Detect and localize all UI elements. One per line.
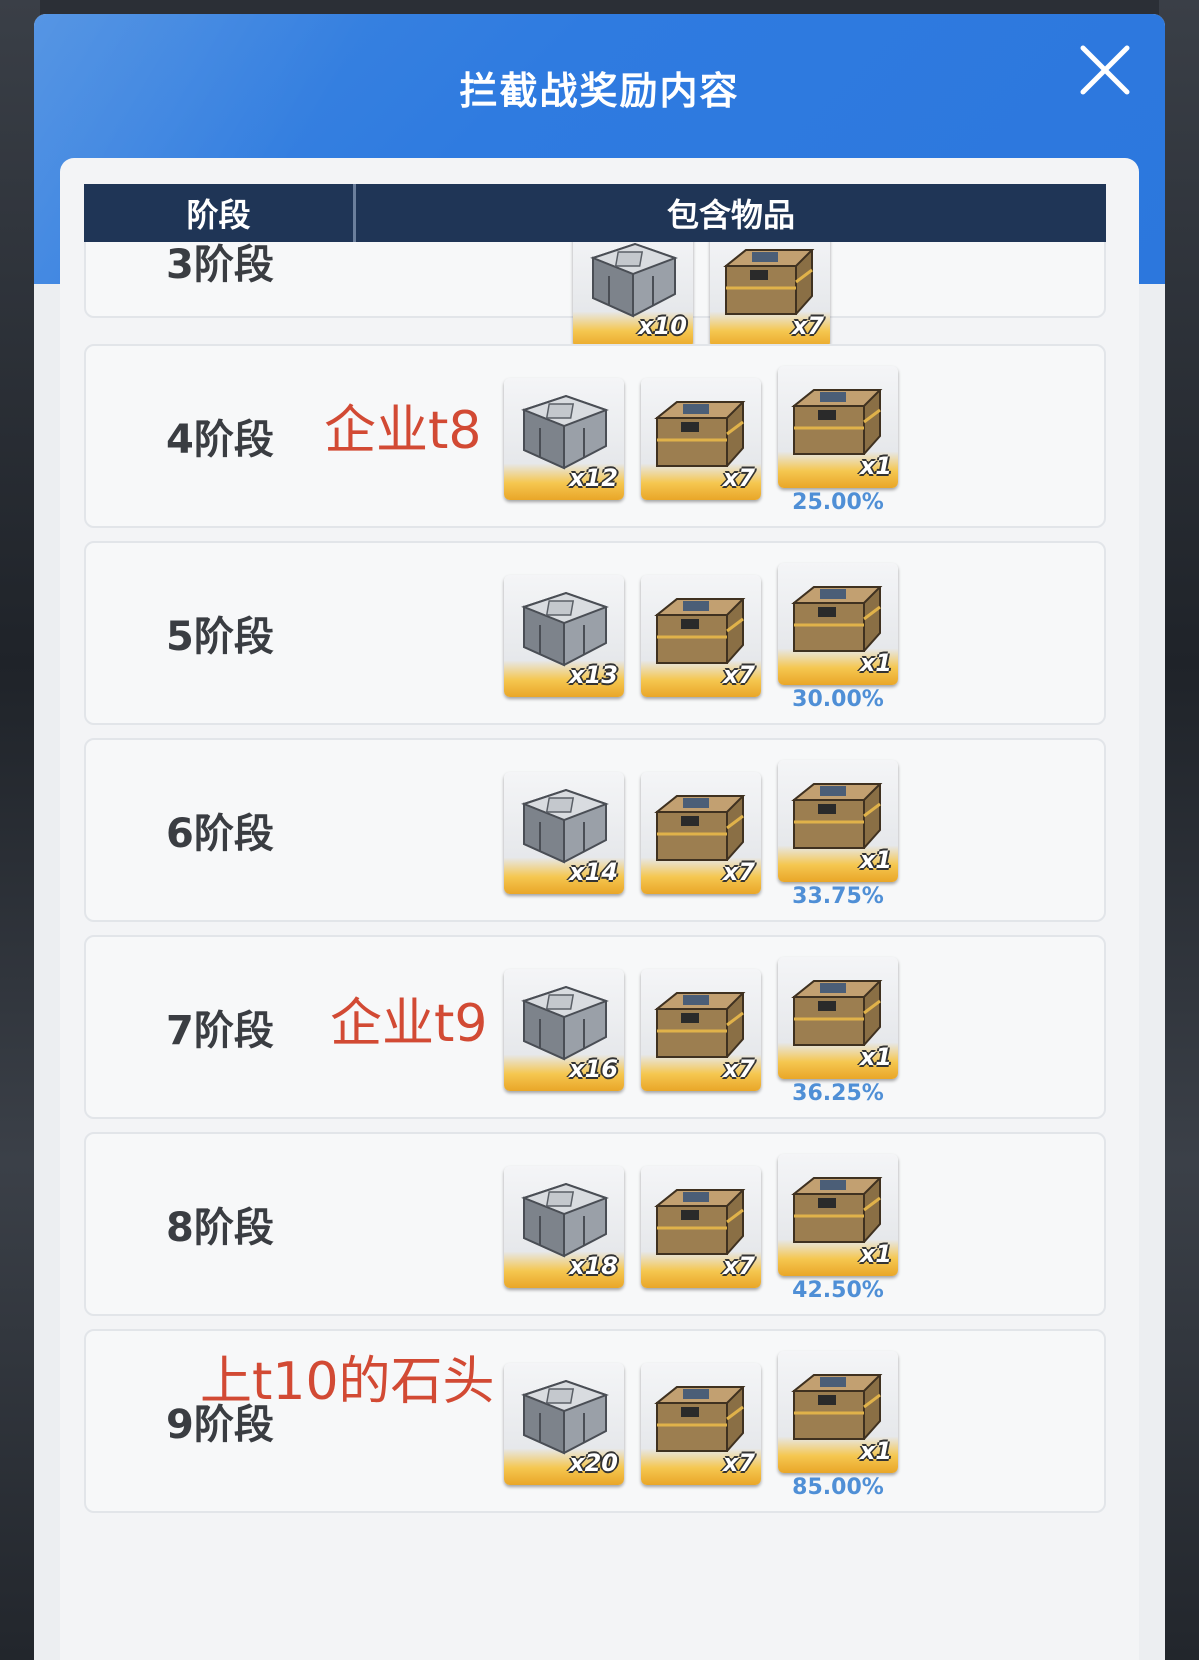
reward-item[interactable]: x7 [641,969,761,1091]
reward-item[interactable]: x13 [504,575,624,697]
modal-title: 拦截战奖励内容 [459,69,740,113]
stage-label: 7阶段 [166,1008,274,1054]
item-quantity: x7 [722,1449,755,1477]
item-quantity: x20 [569,1449,618,1477]
reward-item[interactable]: x7 [641,1166,761,1288]
reward-item[interactable]: x7 [641,575,761,697]
reward-list[interactable]: 3阶段 x10 x7 4阶段 企业t8 x12 x7 x1 25.00% 5阶段 x13 x7 x1 30… [60,242,1139,1660]
reward-panel: 阶段 包含物品 3阶段 x10 x7 4阶段 企业t8 x12 x7 x1 25.00% 5阶段 x… [60,158,1139,1660]
item-quantity: x14 [569,858,618,886]
item-quantity: x7 [791,312,824,340]
reward-modal: 拦截战奖励内容 阶段 包含物品 3阶段 x10 x7 4阶段 企业t8 x12 x7 x1 25… [34,14,1165,1660]
drop-chance: 42.50% [792,1278,884,1303]
reward-item[interactable]: x16 [504,969,624,1091]
reward-item[interactable]: x7 [641,772,761,894]
annotation-note: 企业t8 [324,401,482,461]
item-quantity: x7 [722,1252,755,1280]
item-quantity: x7 [722,464,755,492]
annotation-note: 企业t9 [330,994,488,1054]
drop-chance: 30.00% [792,687,884,712]
item-quantity: x10 [638,312,687,340]
reward-item[interactable]: x7 [710,242,830,348]
stage-label: 4阶段 [166,417,274,463]
item-quantity: x7 [722,1055,755,1083]
stage-label: 6阶段 [166,811,274,857]
reward-item[interactable]: x10 [573,242,693,348]
column-header-items[interactable]: 包含物品 [356,184,1106,242]
stage-label: 8阶段 [166,1205,274,1251]
reward-item[interactable]: x1 [778,563,898,685]
stage-label: 5阶段 [166,614,274,660]
stage-label: 3阶段 [166,242,274,288]
item-quantity: x16 [569,1055,618,1083]
reward-item[interactable]: x12 [504,378,624,500]
reward-row: 9阶段 上t10的石头 x20 x7 x1 85.00% [84,1329,1106,1513]
reward-item[interactable]: x1 [778,1351,898,1473]
close-icon [1080,45,1130,95]
reward-item[interactable]: x20 [504,1363,624,1485]
reward-row: 3阶段 x10 x7 [84,242,1106,348]
item-quantity: x1 [859,1043,892,1071]
item-quantity: x1 [859,846,892,874]
item-quantity: x18 [569,1252,618,1280]
close-button[interactable] [1077,42,1133,98]
reward-item[interactable]: x1 [778,366,898,488]
item-quantity: x7 [722,661,755,689]
reward-row: 8阶段 x18 x7 x1 42.50% [84,1132,1106,1316]
reward-row: 5阶段 x13 x7 x1 30.00% [84,541,1106,725]
reward-item[interactable]: x18 [504,1166,624,1288]
drop-chance: 85.00% [792,1475,884,1500]
reward-item[interactable]: x1 [778,1154,898,1276]
item-quantity: x1 [859,1240,892,1268]
reward-item[interactable]: x7 [641,378,761,500]
reward-item[interactable]: x14 [504,772,624,894]
drop-chance: 25.00% [792,490,884,515]
table-header: 阶段 包含物品 [84,184,1106,242]
item-quantity: x1 [859,452,892,480]
reward-row: 4阶段 企业t8 x12 x7 x1 25.00% [84,344,1106,528]
item-quantity: x1 [859,649,892,677]
reward-row: 6阶段 x14 x7 x1 33.75% [84,738,1106,922]
annotation-note: 上t10的石头 [200,1352,495,1412]
item-quantity: x12 [569,464,618,492]
background-right [1159,0,1199,1660]
item-quantity: x1 [859,1437,892,1465]
reward-item[interactable]: x7 [641,1363,761,1485]
reward-row: 7阶段 企业t9 x16 x7 x1 36.25% [84,935,1106,1119]
reward-item[interactable]: x1 [778,957,898,1079]
item-quantity: x7 [722,858,755,886]
drop-chance: 33.75% [792,884,884,909]
item-quantity: x13 [569,661,618,689]
drop-chance: 36.25% [792,1081,884,1106]
column-header-stage: 阶段 [84,184,356,242]
reward-item[interactable]: x1 [778,760,898,882]
